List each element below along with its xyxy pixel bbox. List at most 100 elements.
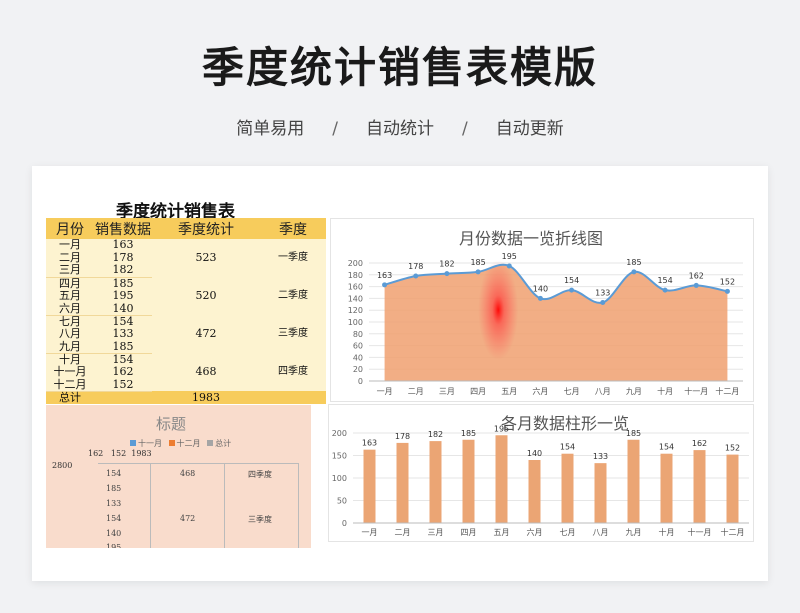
data-label: 178 xyxy=(408,262,423,271)
data-label: 154 xyxy=(564,276,579,285)
x-tick-label: 八月 xyxy=(593,528,609,537)
y-tick-label: 140 xyxy=(348,294,363,303)
sales-cell[interactable]: 185 xyxy=(94,340,152,354)
table-row[interactable]: 一月 163 523 一季度 xyxy=(46,239,326,278)
mini-cell: 154 xyxy=(106,514,122,523)
bar-chart-panel[interactable]: 各月数据柱形一览 0 50 100 150 200 163 一月 178 二月 182 三月 185 四… xyxy=(328,404,754,542)
y-tick-label: 100 xyxy=(332,474,347,483)
sales-cell[interactable]: 195 xyxy=(94,290,152,303)
y-tick-label: 0 xyxy=(358,377,363,386)
mini-chart-panel[interactable]: 标题 十一月 十二月 总计 162 152 1983 2800 154 185 … xyxy=(46,405,311,548)
x-tick-label: 四月 xyxy=(461,528,477,537)
sales-cell[interactable]: 154 xyxy=(94,353,152,366)
mini-cell: 195 xyxy=(106,543,122,548)
mini-chart-legend: 十一月 十二月 总计 xyxy=(126,438,231,449)
data-label: 185 xyxy=(626,429,641,438)
data-point xyxy=(382,282,388,288)
sales-cell[interactable]: 140 xyxy=(94,302,152,316)
bar xyxy=(363,449,376,523)
quarter-total-cell[interactable]: 523 xyxy=(152,239,260,278)
quarter-total-cell[interactable]: 468 xyxy=(152,353,260,392)
total-label-cell[interactable]: 总计 xyxy=(46,391,94,405)
month-cell[interactable]: 六月 xyxy=(46,302,94,316)
x-tick-label: 十月 xyxy=(659,527,675,537)
subtitle-item-auto-stats: 自动统计 xyxy=(366,119,434,139)
month-cell[interactable]: 四月 xyxy=(46,277,94,290)
sales-cell[interactable]: 178 xyxy=(94,252,152,265)
subtitle-item-easy: 简单易用 xyxy=(236,119,305,139)
y-tick-label: 120 xyxy=(348,306,363,315)
data-point xyxy=(631,269,637,275)
sales-cell[interactable]: 182 xyxy=(94,264,152,278)
month-cell[interactable]: 二月 xyxy=(46,252,94,265)
y-tick-label: 60 xyxy=(353,342,363,351)
sales-cell[interactable]: 133 xyxy=(94,328,152,341)
sales-cell[interactable]: 162 xyxy=(94,366,152,379)
line-chart-panel[interactable]: 月份数据一览折线图 0 20 40 60 80 100 120 140 160 180 200 163… xyxy=(330,218,754,402)
data-label: 182 xyxy=(439,260,454,269)
table-row[interactable]: 十月 154 468 四季度 xyxy=(46,353,326,392)
legend-swatch-icon xyxy=(207,440,214,446)
data-label: 133 xyxy=(595,289,610,298)
highlight-glow xyxy=(478,259,519,360)
month-cell[interactable]: 八月 xyxy=(46,328,94,341)
month-cell[interactable]: 一月 xyxy=(46,239,94,252)
quarter-total-cell[interactable]: 520 xyxy=(152,277,260,316)
line-chart-svg: 0 20 40 60 80 100 120 140 160 180 200 163 一月 178 二月 182… xyxy=(348,252,743,396)
data-label: 154 xyxy=(659,443,674,452)
y-tick-label: 200 xyxy=(348,259,363,268)
data-label: 152 xyxy=(720,277,735,286)
data-point xyxy=(475,269,481,275)
table-row[interactable]: 四月 185 520 二季度 xyxy=(46,277,326,316)
sales-cell[interactable]: 163 xyxy=(94,239,152,252)
sales-cell[interactable]: 154 xyxy=(94,315,152,328)
x-tick-label: 九月 xyxy=(626,528,642,537)
data-point xyxy=(662,287,668,293)
y-tick-label: 180 xyxy=(348,271,363,280)
data-label: 163 xyxy=(377,271,392,280)
legend-swatch-icon xyxy=(168,440,175,446)
sales-table: 月份 销售数据 季度统计 季度 一月 163 523 一季度 二月 178 三月 182 … xyxy=(46,218,326,405)
x-tick-label: 一月 xyxy=(377,387,393,396)
bar xyxy=(693,450,706,523)
data-label: 178 xyxy=(395,432,410,441)
month-cell[interactable]: 十月 xyxy=(46,353,94,366)
quarter-name-cell[interactable]: 一季度 xyxy=(260,239,326,278)
quarter-name-cell[interactable]: 二季度 xyxy=(260,277,326,316)
month-cell[interactable]: 五月 xyxy=(46,290,94,303)
mini-cell: 133 xyxy=(106,499,122,508)
month-cell[interactable]: 三月 xyxy=(46,264,94,278)
sales-cell[interactable]: 185 xyxy=(94,277,152,290)
x-tick-label: 十一月 xyxy=(684,386,708,396)
y-tick-label: 40 xyxy=(353,353,363,362)
data-point xyxy=(444,271,450,277)
x-tick-label: 五月 xyxy=(494,528,510,537)
area-fill xyxy=(384,264,728,381)
month-cell[interactable]: 十二月 xyxy=(46,378,94,392)
quarter-total-cell[interactable]: 472 xyxy=(152,315,260,354)
month-cell[interactable]: 七月 xyxy=(46,315,94,328)
sales-cell[interactable]: 152 xyxy=(94,378,152,392)
quarter-name-cell[interactable]: 四季度 xyxy=(260,353,326,392)
mini-cell: 472 xyxy=(180,514,196,523)
x-tick-label: 一月 xyxy=(362,528,378,537)
total-value-cell[interactable]: 1983 xyxy=(152,391,260,405)
data-point xyxy=(693,282,699,288)
data-label: 195 xyxy=(494,424,509,433)
legend-swatch-icon xyxy=(130,440,136,446)
subtitle-separator: / xyxy=(462,119,468,139)
mini-grid-line xyxy=(150,463,151,548)
total-row[interactable]: 总计 1983 xyxy=(46,391,326,405)
table-row[interactable]: 七月 154 472 三季度 xyxy=(46,315,326,354)
mini-cell: 468 xyxy=(180,469,196,478)
quarter-name-cell[interactable]: 三季度 xyxy=(260,315,326,354)
data-label: 140 xyxy=(533,284,548,293)
month-cell[interactable]: 十一月 xyxy=(46,366,94,379)
mini-cell: 140 xyxy=(106,529,122,538)
month-cell[interactable]: 九月 xyxy=(46,340,94,354)
table-header-row: 月份 销售数据 季度统计 季度 xyxy=(46,218,326,239)
data-point xyxy=(537,295,543,301)
x-tick-label: 十二月 xyxy=(715,386,739,396)
x-tick-label: 八月 xyxy=(595,387,611,396)
subtitle-item-auto-update: 自动更新 xyxy=(495,119,564,139)
